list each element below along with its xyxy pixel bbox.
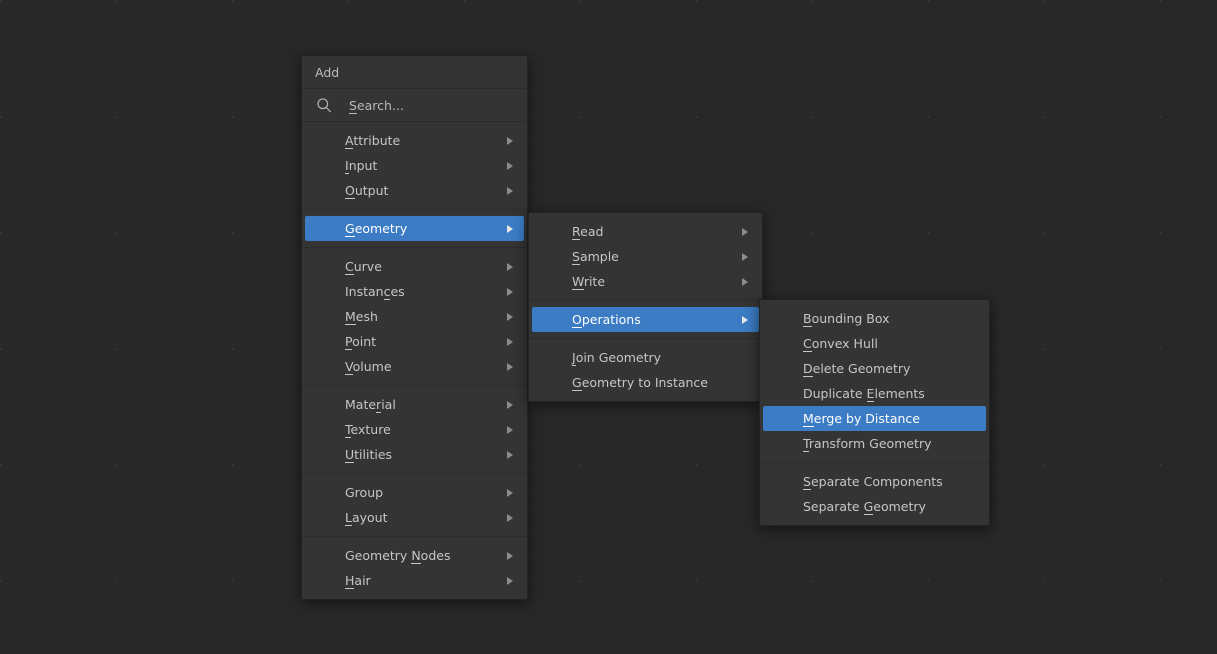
menu-item-mesh[interactable]: Mesh [305, 304, 524, 329]
submenu-arrow-icon [507, 186, 513, 195]
menu-item-label: Sample [572, 249, 619, 265]
menu-item-convex-hull[interactable]: Convex Hull [763, 331, 986, 356]
submenu-arrow-icon [507, 287, 513, 296]
menu-item-write[interactable]: Write [532, 269, 759, 294]
menu-item-duplicate-elements[interactable]: Duplicate Elements [763, 381, 986, 406]
menu-item-layout[interactable]: Layout [305, 505, 524, 530]
menu-item-label: Write [572, 274, 606, 290]
menu-item-label: Read [572, 224, 604, 240]
menu-item-label: Utilities [345, 447, 393, 463]
menu-item-join-geometry[interactable]: Join Geometry [532, 345, 759, 370]
search-input[interactable]: Search... [349, 97, 404, 114]
menu-item-geometry-to-instance[interactable]: Geometry to Instance [532, 370, 759, 395]
menu-item-bounding-box[interactable]: Bounding Box [763, 306, 986, 331]
menu-item-separate-components[interactable]: Separate Components [763, 469, 986, 494]
menu-item-volume[interactable]: Volume [305, 354, 524, 379]
submenu-arrow-icon [507, 337, 513, 346]
menu-item-point[interactable]: Point [305, 329, 524, 354]
menu-item-label: Texture [345, 422, 391, 438]
menu-item-label: Hair [345, 573, 371, 589]
menu-separator [302, 473, 527, 474]
menu-item-group[interactable]: Group [305, 480, 524, 505]
submenu-arrow-icon [507, 551, 513, 560]
add-menu-panel: Add Search... Attribute Input Output Geomet… [301, 55, 528, 600]
menu-item-label: Curve [345, 259, 382, 275]
menu-item-label: Geometry Nodes [345, 548, 451, 564]
submenu-arrow-icon [507, 576, 513, 585]
submenu-arrow-icon [742, 315, 748, 324]
menu-item-label: Output [345, 183, 389, 199]
menu-item-delete-geometry[interactable]: Delete Geometry [763, 356, 986, 381]
add-menu-title: Add [302, 56, 527, 89]
menu-item-label: Material [345, 397, 396, 413]
menu-item-label: Group [345, 485, 384, 500]
menu-item-label: Convex Hull [803, 336, 878, 352]
menu-item-label: Geometry [345, 221, 408, 237]
menu-item-label: Duplicate Elements [803, 386, 925, 402]
menu-item-attribute[interactable]: Attribute [305, 128, 524, 153]
menu-item-separate-geometry[interactable]: Separate Geometry [763, 494, 986, 519]
menu-item-transform-geometry[interactable]: Transform Geometry [763, 431, 986, 456]
submenu-arrow-icon [507, 161, 513, 170]
search-icon [317, 97, 331, 112]
submenu-arrow-icon [507, 362, 513, 371]
search-row[interactable]: Search... [302, 89, 527, 122]
geometry-submenu-panel: Read Sample Write Operations Join Geometry Ge… [528, 212, 763, 402]
menu-item-label: Delete Geometry [803, 361, 911, 377]
submenu-arrow-icon [742, 227, 748, 236]
menu-item-geometry[interactable]: Geometry [305, 216, 524, 241]
operations-submenu-items: Bounding Box Convex Hull Delete Geometry Du… [760, 300, 989, 525]
menu-item-merge-by-distance[interactable]: Merge by Distance [763, 406, 986, 431]
submenu-arrow-icon [507, 450, 513, 459]
menu-separator [529, 338, 762, 339]
submenu-arrow-icon [507, 224, 513, 233]
menu-item-output[interactable]: Output [305, 178, 524, 203]
menu-item-geometry-nodes[interactable]: Geometry Nodes [305, 543, 524, 568]
menu-item-label: Operations [572, 312, 641, 328]
menu-item-label: Layout [345, 510, 388, 526]
menu-separator [760, 462, 989, 463]
submenu-arrow-icon [507, 136, 513, 145]
menu-item-operations[interactable]: Operations [532, 307, 759, 332]
menu-separator [302, 536, 527, 537]
submenu-arrow-icon [507, 488, 513, 497]
submenu-arrow-icon [507, 400, 513, 409]
menu-item-utilities[interactable]: Utilities [305, 442, 524, 467]
menu-item-label: Point [345, 334, 377, 350]
menu-item-material[interactable]: Material [305, 392, 524, 417]
submenu-arrow-icon [507, 513, 513, 522]
menu-item-curve[interactable]: Curve [305, 254, 524, 279]
menu-item-label: Separate Components [803, 474, 943, 490]
operations-submenu-panel: Bounding Box Convex Hull Delete Geometry Du… [759, 299, 990, 526]
menu-item-label: Merge by Distance [803, 411, 920, 427]
menu-item-label: Transform Geometry [803, 436, 932, 452]
submenu-arrow-icon [742, 252, 748, 261]
add-menu-items: Attribute Input Output Geometry Curve Instanc… [302, 122, 527, 599]
menu-item-label: Input [345, 158, 378, 174]
menu-item-label: Volume [345, 359, 392, 375]
menu-item-sample[interactable]: Sample [532, 244, 759, 269]
menu-item-label: Mesh [345, 309, 378, 325]
geometry-submenu-items: Read Sample Write Operations Join Geometry Ge… [529, 213, 762, 401]
menu-item-label: Geometry to Instance [572, 375, 708, 391]
menu-item-hair[interactable]: Hair [305, 568, 524, 593]
submenu-arrow-icon [507, 425, 513, 434]
menu-item-label: Separate Geometry [803, 499, 926, 515]
menu-separator [529, 300, 762, 301]
menu-separator [302, 209, 527, 210]
menu-item-label: Join Geometry [572, 350, 662, 366]
menu-separator [302, 247, 527, 248]
menu-item-instances[interactable]: Instances [305, 279, 524, 304]
menu-item-texture[interactable]: Texture [305, 417, 524, 442]
submenu-arrow-icon [507, 262, 513, 271]
menu-item-label: Instances [345, 284, 405, 300]
submenu-arrow-icon [507, 312, 513, 321]
menu-separator [302, 385, 527, 386]
menu-item-input[interactable]: Input [305, 153, 524, 178]
submenu-arrow-icon [742, 277, 748, 286]
menu-item-label: Bounding Box [803, 311, 890, 327]
menu-item-label: Attribute [345, 133, 401, 149]
menu-item-read[interactable]: Read [532, 219, 759, 244]
